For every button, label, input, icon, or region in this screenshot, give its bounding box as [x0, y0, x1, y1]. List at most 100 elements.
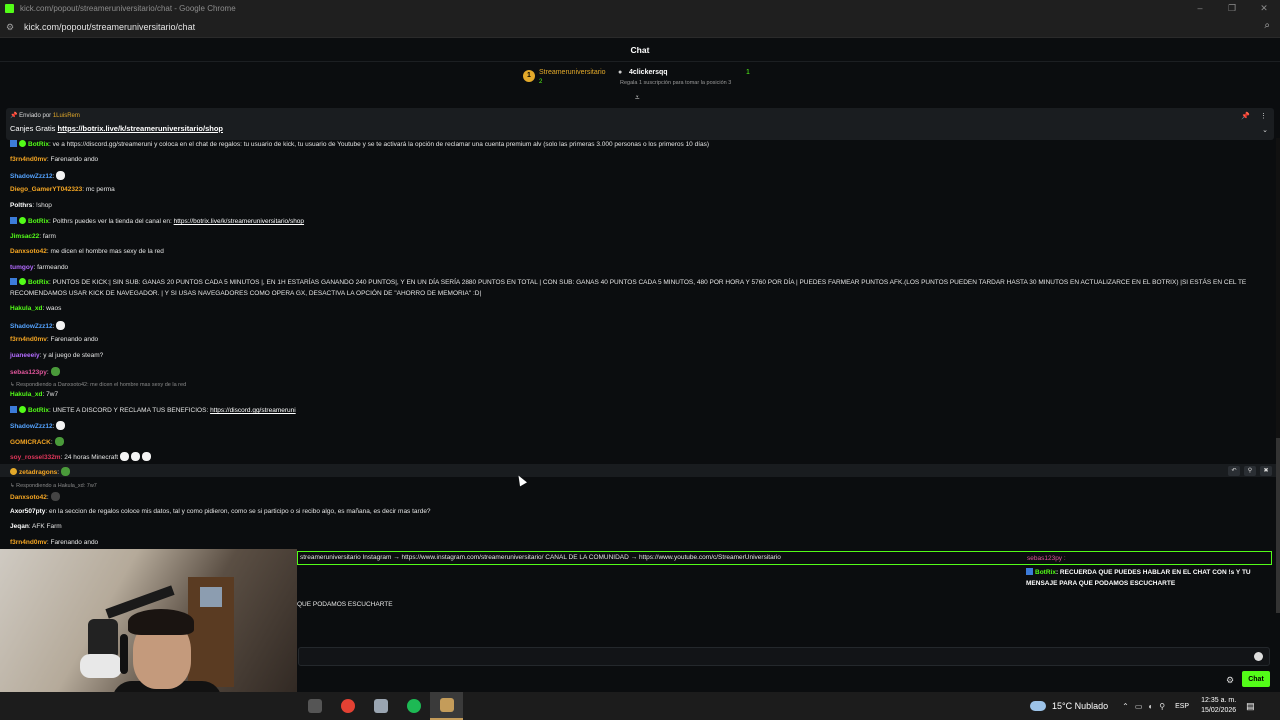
gift-icon: ● — [618, 69, 623, 76]
leader-first-count: 2 — [539, 79, 543, 85]
kick-logo-icon — [5, 3, 14, 13]
reply-icon[interactable]: ↶ — [1228, 466, 1240, 476]
chat-message: Danxsoto42: — [10, 492, 60, 501]
chat-messages: ↶ ⚲ ✖ BotRix: ve a https://discord.gg/st… — [0, 138, 1280, 553]
chat-message: juaneeeiy: y al juego de steam? — [10, 352, 104, 359]
pin-icon: 📌 — [10, 113, 20, 119]
chat-message: zetadragons: — [10, 467, 71, 476]
chat-input-box[interactable] — [298, 647, 1270, 666]
chevron-down-icon[interactable]: ⌄ — [1262, 126, 1268, 134]
chat-message: BotRix: Polthrs puedes ver la tienda del… — [10, 217, 304, 225]
more-options-icon[interactable]: ⋮ — [1260, 112, 1267, 120]
discord-link[interactable]: https://discord.gg/streameruni — [210, 407, 296, 414]
scrollbar-thumb[interactable] — [1276, 438, 1280, 613]
chrome-icon[interactable] — [331, 692, 364, 720]
url-text[interactable]: kick.com/popout/streameruniversitario/ch… — [24, 22, 195, 32]
emote-icon — [56, 171, 66, 180]
site-info-icon[interactable]: ⚙ — [6, 22, 18, 32]
chat-message: BotRix: ve a https://discord.gg/streamer… — [10, 140, 709, 148]
pin-message-icon[interactable]: ⚲ — [1244, 466, 1256, 476]
pinned-by: 📌 Enviado por 1LuisRem — [10, 113, 80, 119]
verified-badge-icon — [19, 278, 26, 285]
pinned-content: Canjes Gratis https://botrix.live/k/stre… — [10, 124, 223, 133]
chat-message: f3rn4nd0mv: Farenando ando — [10, 156, 99, 163]
emote-icon — [142, 452, 152, 461]
leader-hint: Regala 1 suscripción para tomar la posic… — [620, 80, 732, 86]
league-icon[interactable] — [430, 692, 463, 720]
overlay-bot-message: BotRix: RECUERDA QUE PUEDES HABLAR EN EL… — [1026, 568, 1251, 587]
chat-message: GOMICRACK: — [10, 437, 64, 446]
chat-message: ShadowZzz12: — [10, 421, 66, 430]
rank-medal-icon: 1 — [523, 70, 535, 82]
bot-badge-icon — [10, 278, 17, 285]
chat-message: soy_rossel332m: 24 horas Minecraft — [10, 452, 152, 461]
gift-leaderboard: 1 Streameruniversitario 2 ● 4clickersqq … — [520, 66, 780, 96]
overlay-user[interactable]: sebas123py : — [1027, 555, 1066, 562]
zoom-icon[interactable]: ⌕ — [1264, 20, 1270, 31]
chat-message: tumgoy: farmeando — [10, 264, 69, 271]
window-title: kick.com/popout/streameruniversitario/ch… — [20, 3, 236, 13]
shop-link[interactable]: https://botrix.live/k/streameruniversita… — [174, 218, 304, 225]
close-button[interactable]: ✕ — [1248, 0, 1280, 16]
overlay-message-bar: streameruniversitario Instagram → https:… — [297, 551, 1272, 565]
chat-header: Chat — [0, 38, 1280, 62]
app-icon[interactable] — [364, 692, 397, 720]
send-chat-button[interactable]: Chat — [1242, 671, 1270, 687]
notifications-icon[interactable]: ▤ — [1246, 701, 1255, 712]
reply-context[interactable]: ↳ Respondiendo a Danxsoto42: me dicen el… — [10, 382, 186, 388]
chat-message: Danxsoto42: me dicen el hombre mas sexy … — [10, 248, 164, 255]
pinned-message: 📌 Enviado por 1LuisRem Canjes Gratis htt… — [6, 108, 1274, 140]
delete-icon[interactable]: ✖ — [1260, 466, 1272, 476]
overlay-trail-text: QUE PODAMOS ESCUCHARTE — [297, 601, 393, 608]
verified-badge-icon — [19, 140, 26, 147]
emote-icon — [61, 467, 71, 476]
chat-message: ShadowZzz12: — [10, 321, 66, 330]
leader-second-user[interactable]: 4clickersqq — [629, 69, 668, 76]
xbox-icon[interactable] — [397, 692, 430, 720]
tray-icons[interactable]: ⌃▭◐⚲ — [1122, 702, 1171, 711]
address-bar[interactable]: ⚙ kick.com/popout/streameruniversitario/… — [0, 16, 1280, 38]
unpin-icon[interactable]: 📌 — [1241, 112, 1250, 120]
chat-title: Chat — [630, 45, 650, 55]
chat-message: Polthrs: !shop — [10, 202, 52, 209]
chat-message: Jeqan: AFK Farm — [10, 523, 62, 530]
restore-button[interactable]: ❐ — [1216, 0, 1248, 16]
chat-message: Hakula_xd: 7w7 — [10, 391, 59, 398]
chat-message: BotRix: PUNTOS DE KICK:| SIN SUB: GANAS … — [10, 278, 1247, 297]
leader-first-user[interactable]: Streameruniversitario — [539, 69, 606, 76]
chat-message: f3rn4nd0mv: Farenando ando — [10, 539, 99, 546]
bot-badge-icon — [10, 140, 17, 147]
emote-icon — [56, 321, 66, 330]
clock[interactable]: 12:35 a. m. 15/02/2026 — [1201, 696, 1236, 716]
emoji-icon[interactable] — [1254, 652, 1263, 661]
weather-text[interactable]: 15°C Nublado — [1052, 701, 1108, 711]
chat-input[interactable] — [299, 648, 1239, 665]
chat-message: f3rn4nd0mv: Farenando ando — [10, 336, 99, 343]
bot-badge-icon — [10, 217, 17, 224]
taskbar-app-icon[interactable] — [298, 692, 331, 720]
emote-icon — [56, 421, 66, 430]
chat-message: sebas123py: — [10, 367, 60, 376]
system-tray: 15°C Nublado ⌃▭◐⚲ ESP 12:35 a. m. 15/02/… — [1030, 692, 1255, 720]
chat-message: ShadowZzz12: — [10, 171, 66, 180]
expand-leaderboard-icon[interactable]: ⩡ — [635, 93, 640, 103]
minimize-button[interactable]: – — [1184, 0, 1216, 16]
reply-context[interactable]: ↳ Respondiendo a Hakula_xd: 7w7 — [10, 483, 97, 489]
emote-icon — [131, 452, 141, 461]
verified-badge-icon — [19, 217, 26, 224]
settings-gear-icon[interactable]: ⚙ — [1226, 675, 1234, 686]
emote-icon — [50, 492, 60, 501]
chat-message: Axor507pty: en la seccion de regalos col… — [10, 508, 431, 515]
emote-icon — [120, 452, 130, 461]
chat-message: BotRix: UNETE A DISCORD Y RECLAMA TUS BE… — [10, 406, 296, 414]
weather-icon[interactable] — [1030, 701, 1046, 711]
emote-icon — [54, 437, 64, 446]
pinned-link[interactable]: https://botrix.live/k/streameruniversita… — [58, 124, 223, 133]
window-titlebar: kick.com/popout/streameruniversitario/ch… — [0, 0, 1280, 16]
emote-icon — [50, 367, 60, 376]
chat-message: Diego_GamerYT042323: mc perma — [10, 186, 115, 193]
chat-scrollbar[interactable] — [1276, 138, 1280, 613]
language-indicator[interactable]: ESP — [1175, 703, 1189, 710]
pinned-sender[interactable]: 1LuisRem — [53, 113, 80, 119]
verified-badge-icon — [19, 406, 26, 413]
